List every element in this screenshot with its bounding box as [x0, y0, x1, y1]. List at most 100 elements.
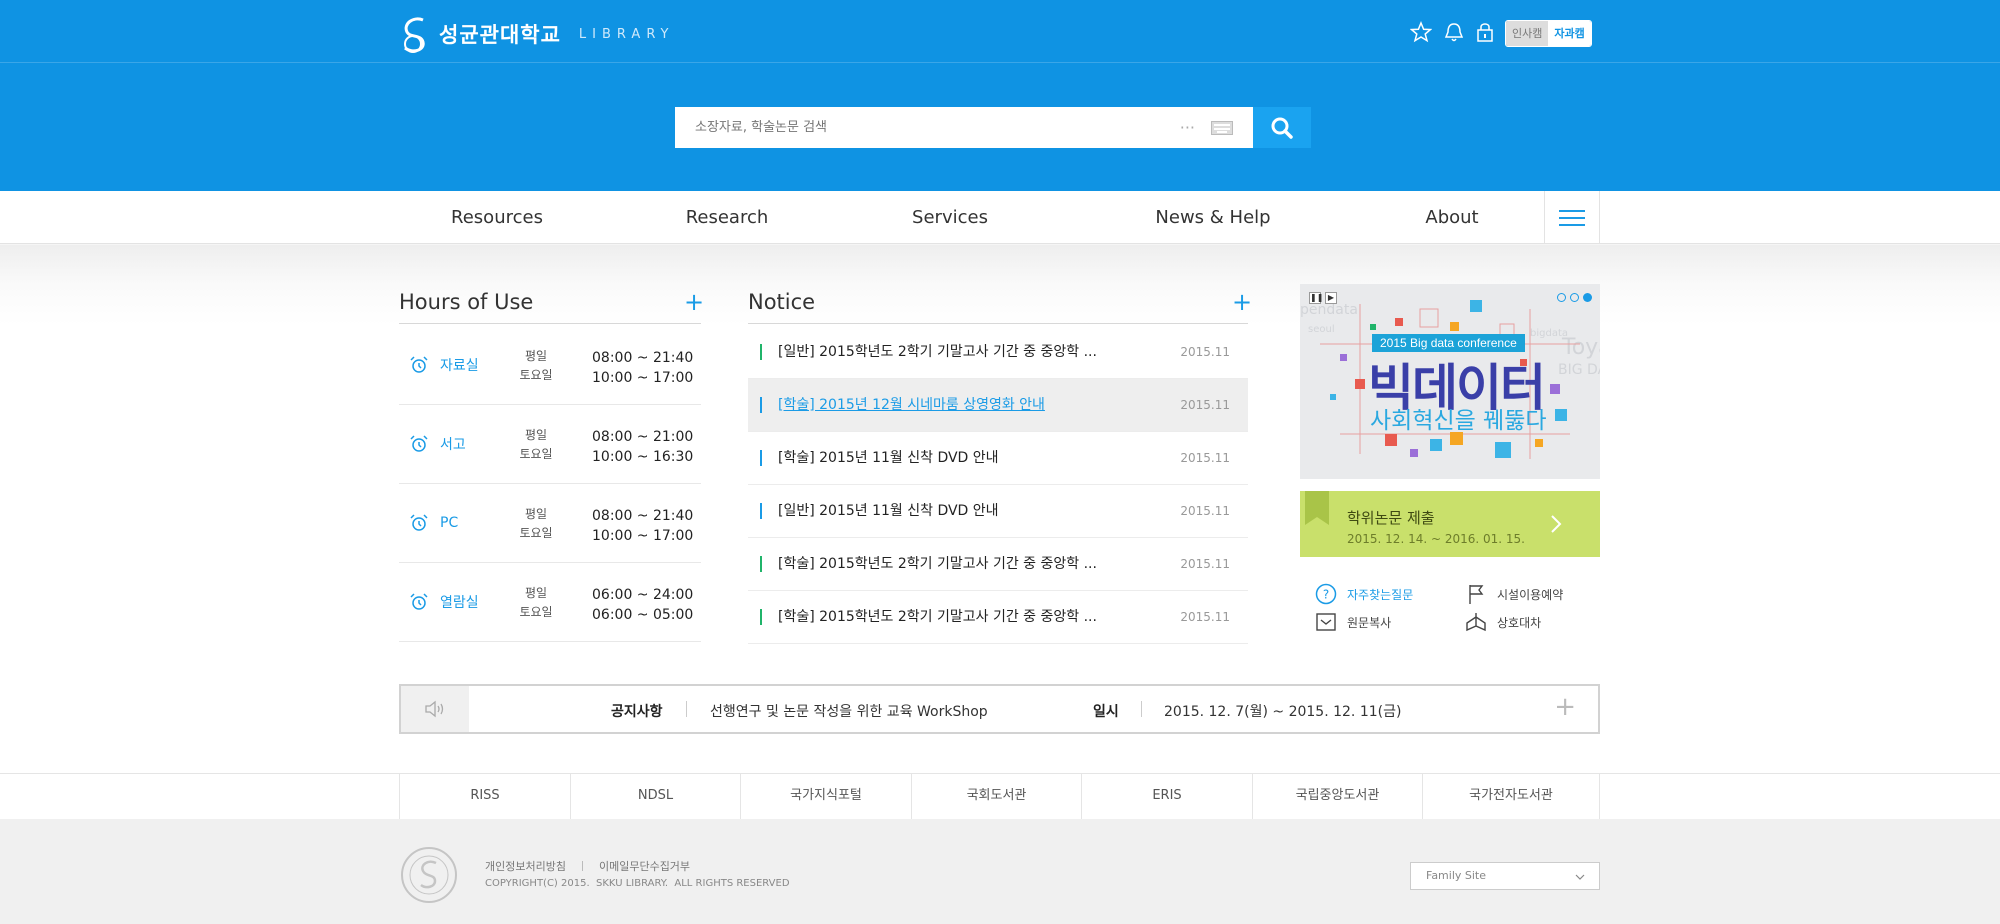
play-icon[interactable]: ▶: [1325, 292, 1337, 304]
search-button[interactable]: [1253, 107, 1311, 148]
main-nav: [0, 191, 2000, 244]
nav-about[interactable]: About: [1425, 191, 1478, 244]
banner-dot[interactable]: [1557, 293, 1566, 302]
lock-icon[interactable]: [1476, 21, 1494, 43]
hours-row: PC 평일 토요일 08:00 ~ 21:40 10:00 ~ 17:00: [399, 484, 701, 563]
alarm-clock-icon: [409, 484, 429, 562]
search-box: ···: [675, 107, 1253, 148]
bell-icon[interactable]: [1444, 21, 1464, 43]
notice-item[interactable]: [일반] 2015학년도 2학기 기말고사 기간 중 중앙학 ... 2015.1…: [748, 326, 1248, 379]
quick-link-copy-service[interactable]: 원문복사: [1315, 611, 1391, 633]
banner-controls: ❚❚ ▶: [1309, 292, 1337, 304]
hours-days: 평일 토요일: [519, 507, 553, 540]
banner-dot[interactable]: [1570, 293, 1579, 302]
footer: [0, 819, 2000, 924]
university-seal-icon: [401, 847, 457, 903]
notice-bar-divider: [1141, 701, 1142, 717]
notice-bar-date: 2015. 12. 7(월) ~ 2015. 12. 11(금): [1164, 704, 1402, 720]
logo-korean-name: 성균관대학교: [439, 23, 561, 47]
family-site-select[interactable]: Family Site: [1410, 862, 1600, 890]
hamburger-icon: [1559, 209, 1585, 226]
svg-text:pendata: pendata: [1300, 302, 1358, 318]
footer-link-eris[interactable]: ERIS: [1082, 773, 1253, 819]
copyright: COPYRIGHT(C) 2015. SKKU LIBRARY. ALL RIG…: [485, 878, 790, 889]
hours-room-name: 열람실: [440, 595, 479, 611]
search-icon: [1271, 117, 1293, 139]
footer-link-riss[interactable]: RISS: [399, 773, 571, 819]
question-icon: ?: [1315, 583, 1337, 605]
thesis-submission[interactable]: 학위논문 제출 2015. 12. 14. ~ 2016. 01. 15.: [1300, 491, 1600, 557]
hours-room-name: PC: [440, 515, 459, 531]
header: [0, 0, 2000, 191]
footer-link-ndsl[interactable]: NDSL: [571, 773, 741, 819]
thesis-title: 학위논문 제출: [1347, 509, 1435, 527]
flag-icon: [1469, 585, 1484, 604]
alarm-clock-icon: [409, 326, 429, 404]
hours-times: 06:00 ~ 24:00 06:00 ~ 05:00: [592, 587, 694, 623]
nav-services[interactable]: Services: [912, 191, 988, 244]
footer-policy-links: 개인정보처리방침 이메일무단수집거부: [485, 858, 690, 874]
logo-library-label: LIBRARY: [578, 26, 675, 42]
more-options-icon[interactable]: ···: [1180, 118, 1195, 137]
bigdata-banner[interactable]: pendata seoul bigdata Toya BIG DA ❚❚ ▶: [1300, 284, 1600, 479]
star-icon[interactable]: [1410, 21, 1432, 43]
hours-row: 열람실 평일 토요일 06:00 ~ 24:00 06:00 ~ 05:00: [399, 563, 701, 642]
notice-title-rule: [748, 323, 1248, 324]
search-input[interactable]: [695, 120, 1180, 135]
email-policy-link[interactable]: 이메일무단수집거부: [599, 858, 690, 874]
footer-link-national-assembly-library[interactable]: 국회도서관: [912, 773, 1082, 819]
bookmark-icon: [1305, 491, 1329, 525]
nav-resources[interactable]: Resources: [451, 191, 543, 244]
notice-bar-divider: [686, 701, 687, 717]
footer-link-national-library[interactable]: 국립중앙도서관: [1253, 773, 1423, 819]
banner-dot-active[interactable]: [1583, 293, 1592, 302]
university-emblem-icon: [404, 17, 425, 53]
hours-times: 08:00 ~ 21:40 10:00 ~ 17:00: [592, 508, 694, 544]
campus-tab-science[interactable]: 자과캠: [1548, 21, 1591, 46]
logo[interactable]: 성균관대학교 LIBRARY: [399, 14, 674, 54]
footer-divider: [581, 861, 583, 871]
footer-link-national-knowledge-portal[interactable]: 국가지식포털: [741, 773, 912, 819]
thesis-dates: 2015. 12. 14. ~ 2016. 01. 15.: [1347, 532, 1525, 546]
hours-more-plus-icon[interactable]: +: [684, 290, 704, 314]
quick-link-interlibrary-loan[interactable]: 상호대차: [1465, 611, 1541, 633]
campus-switch: 인사캠 자과캠: [1505, 20, 1592, 47]
notice-bar-label: 공지사항: [611, 704, 663, 720]
hours-times: 08:00 ~ 21:40 10:00 ~ 17:00: [592, 350, 694, 386]
campus-tab-humanities[interactable]: 인사캠: [1506, 21, 1549, 46]
hours-room-name: 자료실: [440, 358, 479, 374]
notice-item[interactable]: [학술] 2015학년도 2학기 기말고사 기간 중 중앙학 ... 2015.1…: [748, 591, 1248, 644]
keyboard-icon[interactable]: [1211, 120, 1233, 135]
notice-item[interactable]: [학술] 2015년 11월 신착 DVD 안내 2015.11: [748, 432, 1248, 485]
hours-row: 서고 평일 토요일 08:00 ~ 21:00 10:00 ~ 16:30: [399, 405, 701, 484]
privacy-policy-link[interactable]: 개인정보처리방침: [485, 858, 566, 874]
nav-research[interactable]: Research: [686, 191, 769, 244]
notice-item[interactable]: [학술] 2015학년도 2학기 기말고사 기간 중 중앙학 ... 2015.1…: [748, 538, 1248, 591]
alarm-clock-icon: [409, 405, 429, 483]
footer-link-national-digital-library[interactable]: 국가전자도서관: [1423, 773, 1600, 819]
quick-link-faq[interactable]: ? 자주찾는질문: [1315, 583, 1413, 605]
notice-item[interactable]: [일반] 2015년 11월 신착 DVD 안내 2015.11: [748, 485, 1248, 538]
hours-days: 평일 토요일: [519, 349, 553, 382]
chevron-right-icon: [1551, 515, 1562, 533]
hours-days: 평일 토요일: [519, 428, 553, 461]
svg-text:?: ?: [1323, 588, 1329, 602]
menu-button[interactable]: [1544, 191, 1600, 244]
hours-title: Hours of Use: [399, 290, 534, 314]
svg-text:BIG DA: BIG DA: [1558, 362, 1600, 378]
pause-icon[interactable]: ❚❚: [1309, 292, 1323, 304]
chevron-down-icon: [1575, 874, 1585, 880]
notice-title: Notice: [748, 290, 816, 314]
notice-more-plus-icon[interactable]: +: [1232, 290, 1252, 314]
nav-news-help[interactable]: News & Help: [1155, 191, 1270, 244]
quick-link-facility-reservation[interactable]: 시설이용예약: [1465, 583, 1563, 605]
alarm-clock-icon: [409, 563, 429, 641]
notice-bar-text[interactable]: 선행연구 및 논문 작성을 위한 교육 WorkShop: [710, 701, 988, 721]
book-exchange-icon: [1466, 613, 1486, 632]
notice-bar-plus-icon[interactable]: +: [1554, 694, 1576, 720]
notice-bar-date-label: 일시: [1093, 704, 1119, 720]
notice-item[interactable]: [학술] 2015년 12월 시네마룸 상영영화 안내 2015.11: [748, 379, 1248, 432]
hours-room-name: 서고: [440, 437, 466, 453]
hours-row: 자료실 평일 토요일 08:00 ~ 21:40 10:00 ~ 17:00: [399, 326, 701, 405]
top-icons: [1410, 21, 1494, 43]
